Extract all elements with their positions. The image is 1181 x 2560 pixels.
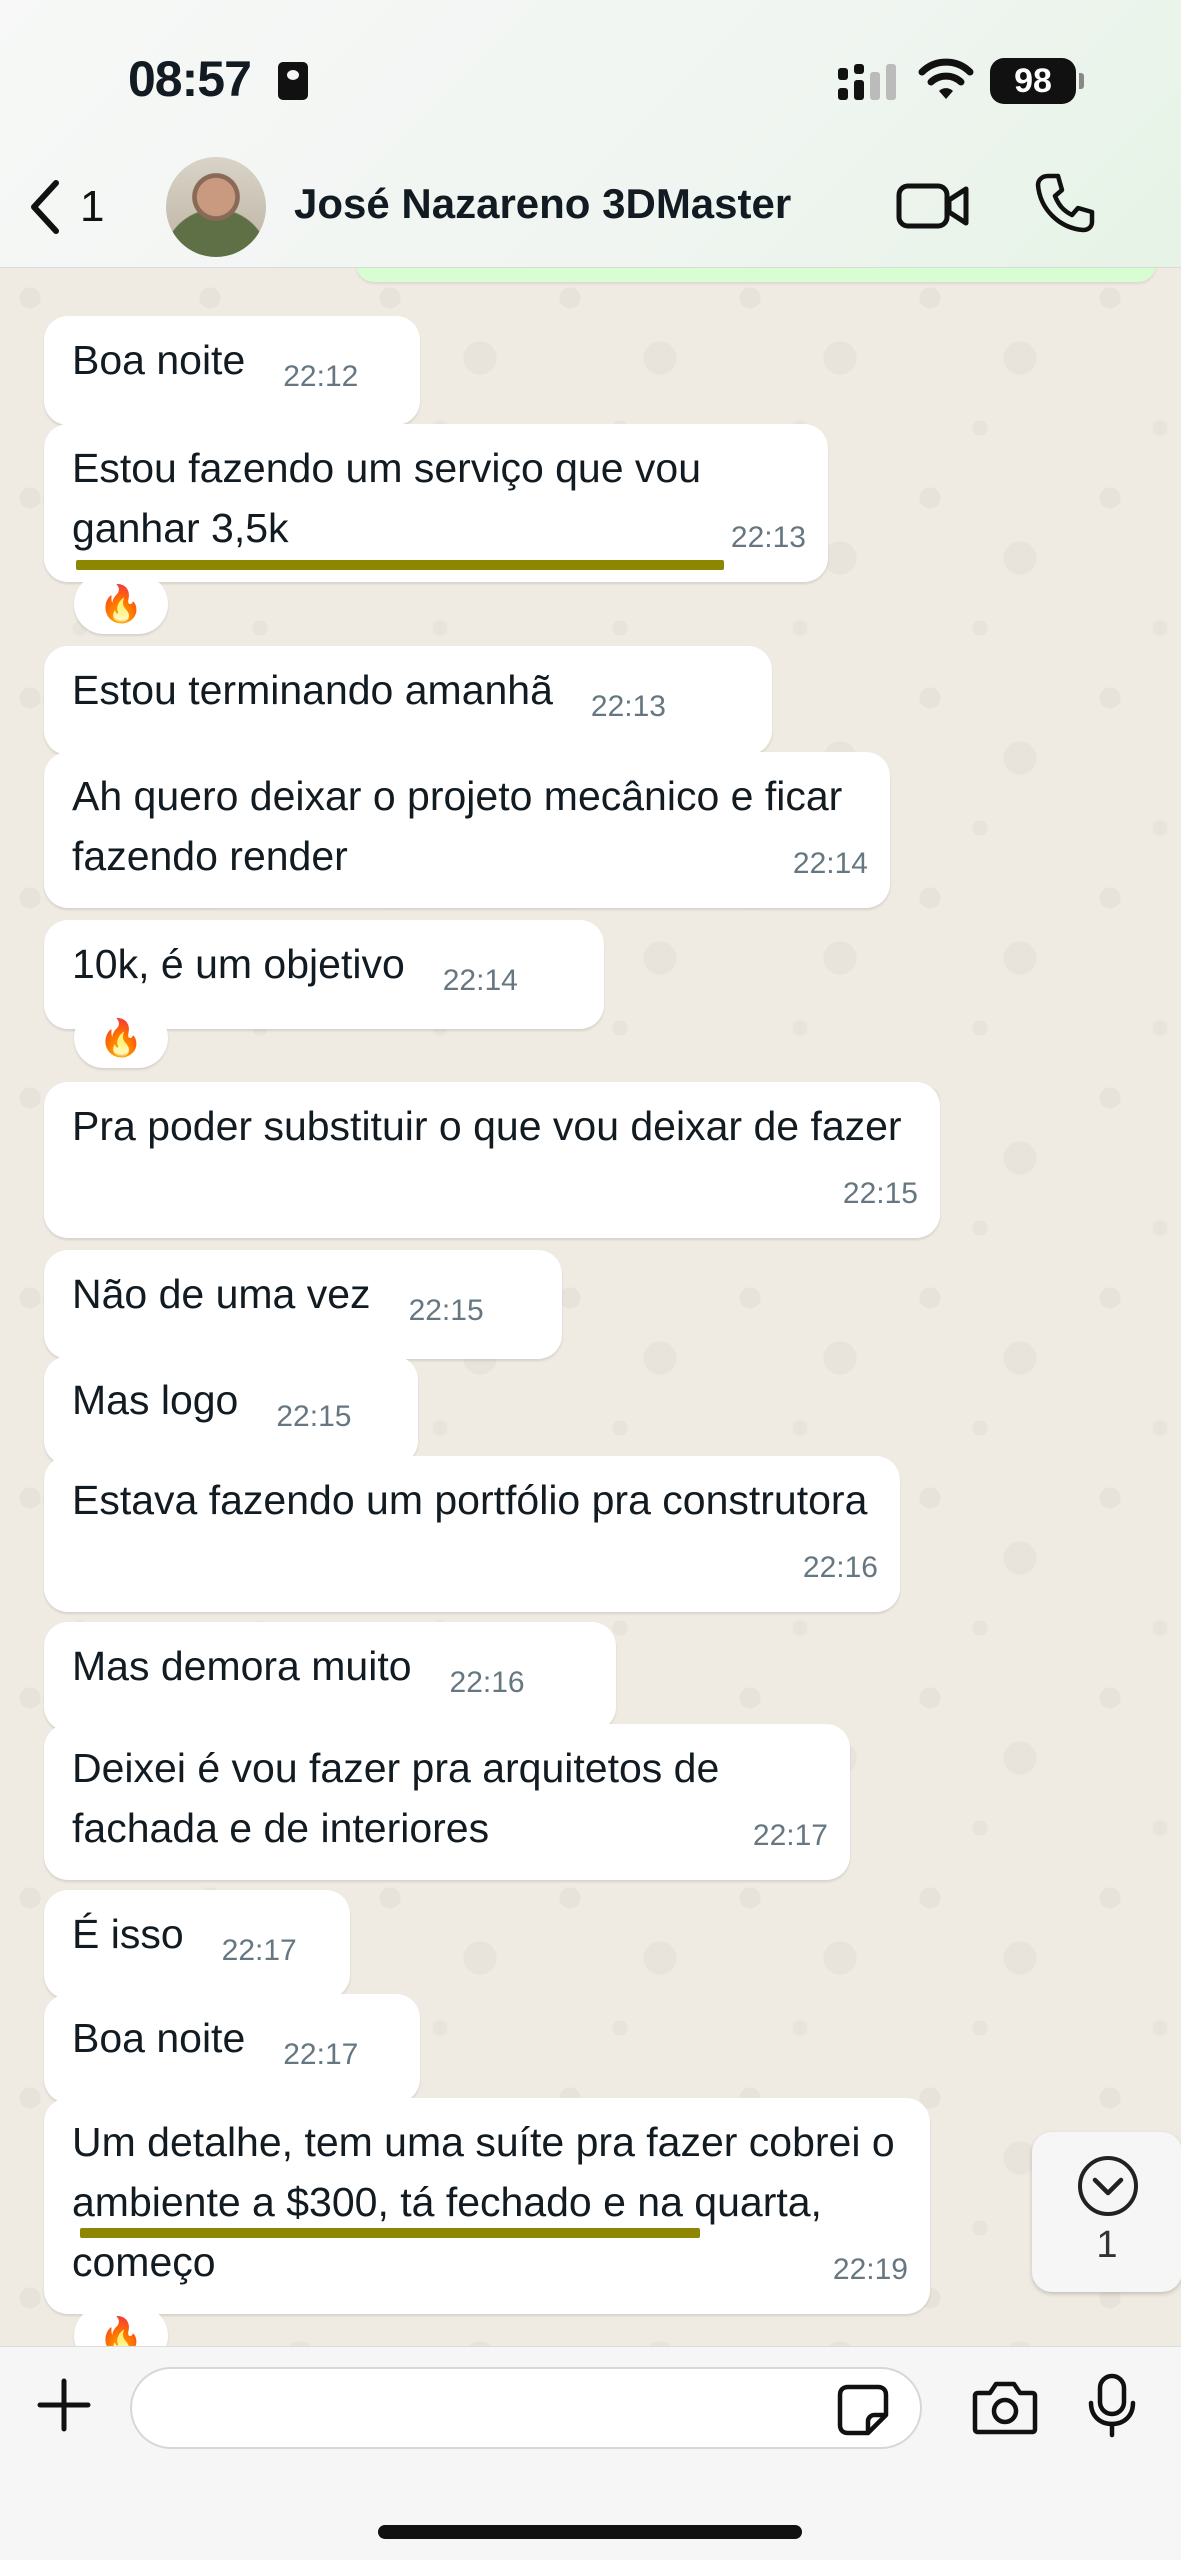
chat-header: 08:57 98 1 José Nazareno 3DMaster bbox=[0, 0, 1181, 268]
message-text: Não de uma vez bbox=[72, 1271, 371, 1317]
message-text: Mas logo bbox=[72, 1377, 239, 1423]
message-text: Boa noite bbox=[72, 2015, 246, 2061]
message-time: 22:15 bbox=[842, 1177, 918, 1210]
message-bubble[interactable]: Estou fazendo um serviço que vou ganhar … bbox=[44, 424, 828, 582]
avatar[interactable] bbox=[166, 157, 266, 257]
phone-icon[interactable] bbox=[1034, 172, 1096, 234]
chevron-left-icon bbox=[31, 180, 59, 234]
message-text: Estou fazendo um serviço que vou ganhar … bbox=[72, 445, 702, 551]
message-bubble[interactable]: Boa noite 22:12 bbox=[44, 316, 420, 425]
reaction-badge[interactable]: 🔥 bbox=[74, 574, 168, 634]
message-time: 22:15 bbox=[276, 1400, 352, 1433]
id-card-icon bbox=[278, 62, 308, 100]
plus-icon[interactable] bbox=[36, 2377, 92, 2433]
unread-badge: 1 bbox=[1096, 2224, 1118, 2266]
cellular-signal-icon bbox=[838, 64, 896, 100]
message-text: Ah quero deixar o projeto mecânico e fic… bbox=[72, 773, 843, 879]
message-text: Deixei é vou fazer pra arquitetos de fac… bbox=[72, 1745, 720, 1851]
message-bubble[interactable]: Ah quero deixar o projeto mecânico e fic… bbox=[44, 752, 890, 908]
message-time: 22:17 bbox=[221, 1934, 297, 1967]
chevron-down-circle-icon bbox=[1078, 2156, 1138, 2216]
message-time: 22:12 bbox=[283, 360, 359, 393]
message-bubble[interactable]: Deixei é vou fazer pra arquitetos de fac… bbox=[44, 1724, 850, 1880]
message-text: Boa noite bbox=[72, 337, 246, 383]
unread-count: 1 bbox=[80, 182, 105, 231]
camera-icon[interactable] bbox=[972, 2379, 1038, 2435]
message-text: Mas demora muito bbox=[72, 1643, 412, 1689]
message-text: Estava fazendo um portfólio pra construt… bbox=[72, 1477, 868, 1523]
reaction-badge[interactable]: 🔥 bbox=[74, 1008, 168, 1068]
message-bubble[interactable]: Não de uma vez 22:15 bbox=[44, 1250, 562, 1359]
message-time: 22:16 bbox=[802, 1551, 878, 1584]
message-time: 22:16 bbox=[449, 1666, 525, 1699]
message-input[interactable] bbox=[130, 2367, 922, 2449]
home-indicator bbox=[378, 2525, 802, 2539]
message-bubble[interactable]: Mas logo 22:15 bbox=[44, 1356, 418, 1465]
highlight-underline bbox=[76, 560, 724, 570]
message-bubble[interactable]: Mas demora muito 22:16 bbox=[44, 1622, 616, 1731]
message-time: 22:17 bbox=[752, 1819, 828, 1852]
contact-name[interactable]: José Nazareno 3DMaster bbox=[294, 180, 791, 228]
message-time: 22:13 bbox=[730, 521, 806, 554]
video-call-icon[interactable] bbox=[896, 178, 970, 234]
message-list[interactable]: Boa noite 22:12 Estou fazendo um serviço … bbox=[0, 268, 1181, 2346]
message-time: 22:17 bbox=[283, 2038, 359, 2071]
battery-indicator: 98 bbox=[990, 58, 1084, 104]
message-time: 22:14 bbox=[442, 964, 518, 997]
sticker-icon[interactable] bbox=[836, 2383, 890, 2437]
message-bubble[interactable]: Boa noite 22:17 bbox=[44, 1994, 420, 2103]
message-text: Estou terminando amanhã bbox=[72, 667, 553, 713]
microphone-icon[interactable] bbox=[1086, 2373, 1138, 2439]
highlight-underline bbox=[80, 2228, 700, 2238]
status-time: 08:57 bbox=[128, 51, 252, 107]
message-bubble[interactable]: Um detalhe, tem uma suíte pra fazer cobr… bbox=[44, 2098, 930, 2314]
message-bubble[interactable]: Estou terminando amanhã 22:13 bbox=[44, 646, 772, 755]
message-bubble[interactable]: É isso 22:17 bbox=[44, 1890, 350, 1999]
message-bubble[interactable]: Pra poder substituir o que vou deixar de… bbox=[44, 1082, 940, 1238]
message-text: Pra poder substituir o que vou deixar de… bbox=[72, 1103, 902, 1149]
message-time: 22:13 bbox=[590, 690, 666, 723]
wifi-icon bbox=[918, 58, 974, 99]
message-text: Um detalhe, tem uma suíte pra fazer cobr… bbox=[72, 2119, 895, 2285]
back-button[interactable]: 1 bbox=[28, 172, 128, 242]
message-time: 22:15 bbox=[408, 1294, 484, 1327]
composer-bar bbox=[0, 2346, 1181, 2560]
reaction-badge[interactable]: 🔥 bbox=[74, 2306, 168, 2346]
message-time: 22:19 bbox=[832, 2253, 908, 2286]
scroll-to-bottom-button[interactable]: 1 bbox=[1032, 2132, 1181, 2292]
message-bubble[interactable]: Estava fazendo um portfólio pra construt… bbox=[44, 1456, 900, 1612]
message-text: É isso bbox=[72, 1911, 184, 1957]
message-time: 22:14 bbox=[792, 847, 868, 880]
message-text: 10k, é um objetivo bbox=[72, 941, 405, 987]
